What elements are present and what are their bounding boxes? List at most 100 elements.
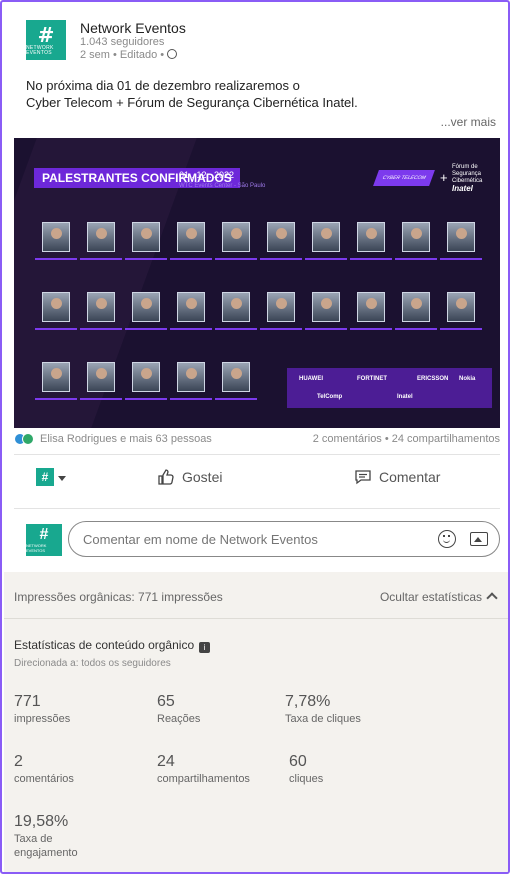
speaker-photo — [132, 362, 160, 392]
forum-line: Inatel — [452, 184, 473, 193]
divider — [14, 508, 500, 509]
speaker-caption — [395, 328, 437, 330]
speaker-photo — [402, 292, 430, 322]
sponsor-logo: ERICSSON — [417, 376, 449, 382]
stat-label: Reações — [157, 713, 201, 725]
post-text-line: No próxima dia 01 de dezembro realizarem… — [26, 78, 300, 93]
banner-date: 01 . 12 . 2022 — [179, 170, 235, 180]
reactions-text[interactable]: Elisa Rodrigues e mais 63 pessoas — [40, 433, 212, 445]
speaker-caption — [350, 258, 392, 260]
speaker-photo — [402, 222, 430, 252]
speaker-caption — [170, 398, 212, 400]
speaker-caption — [125, 328, 167, 330]
speaker-photo — [312, 292, 340, 322]
see-more-link[interactable]: ...ver mais — [441, 115, 496, 129]
speaker-caption — [80, 328, 122, 330]
post-text-line: Cyber Telecom + Fórum de Segurança Ciber… — [26, 95, 358, 110]
speaker-caption — [215, 398, 257, 400]
stat-label: Taxa de engajamento — [14, 833, 78, 859]
stats-section-title-text: Estatísticas de conteúdo orgânico — [14, 638, 195, 652]
speaker-caption — [35, 258, 77, 260]
speaker-photo — [177, 222, 205, 252]
act-as-selector-icon[interactable]: # — [36, 468, 54, 486]
sponsor-logo: HUAWEI — [299, 376, 323, 382]
speaker-caption — [215, 328, 257, 330]
speaker-caption — [170, 258, 212, 260]
sponsor-logo: Nokia — [459, 376, 476, 382]
divider — [4, 618, 508, 619]
stat-engagement-rate: 19,58% Taxa de engajamento — [14, 812, 104, 860]
social-counts: Elisa Rodrigues e mais 63 pessoas 2 come… — [14, 433, 500, 449]
stat-value: 19,58% — [14, 813, 69, 830]
forum-logo: Fórum de Segurança Cibernética Inatel — [452, 164, 482, 193]
speaker-photo — [267, 292, 295, 322]
stat-comments: 2 comentários — [14, 752, 74, 786]
speaker-photo — [357, 222, 385, 252]
commenter-avatar: # NETWORK EVENTOS — [26, 524, 62, 556]
speaker-caption — [440, 328, 482, 330]
speaker-photo — [42, 222, 70, 252]
info-icon[interactable]: i — [199, 642, 211, 653]
comment-label: Comentar — [379, 469, 441, 485]
post-meta-text: 2 sem • Editado • — [80, 49, 165, 61]
speaker-photo — [132, 222, 160, 252]
forum-line: Fórum de — [452, 164, 478, 170]
speaker-caption — [440, 258, 482, 260]
like-button[interactable]: Gostei — [157, 468, 222, 486]
speaker-caption — [35, 398, 77, 400]
hash-logo-icon: # — [39, 526, 49, 543]
divider — [14, 454, 500, 455]
thumbs-up-icon — [158, 469, 174, 485]
sponsor-strip: HUAWEI FORTINET ERICSSON Nokia TelComp I… — [287, 368, 492, 408]
company-logo[interactable]: # NETWORK EVENTOS — [26, 20, 66, 60]
comment-input[interactable] — [68, 521, 500, 557]
post-header: # NETWORK EVENTOS Network Eventos 1.043 … — [26, 20, 186, 62]
page-name[interactable]: Network Eventos — [80, 20, 186, 36]
speaker-photo — [177, 292, 205, 322]
comments-shares-count[interactable]: 2 comentários • 24 compartilhamentos — [313, 433, 500, 445]
stat-value: 2 — [14, 753, 23, 770]
comment-bubble-icon — [355, 470, 371, 485]
speaker-caption — [395, 258, 437, 260]
stat-label: cliques — [289, 773, 324, 785]
stat-clicks: 60 cliques — [289, 752, 323, 786]
logo-text: NETWORK EVENTOS — [26, 543, 47, 553]
chevron-down-icon[interactable] — [58, 476, 66, 481]
stat-label: compartilhamentos — [157, 773, 250, 785]
like-label: Gostei — [182, 469, 223, 485]
speaker-caption — [80, 258, 122, 260]
post-author-info: Network Eventos 1.043 seguidores 2 sem •… — [80, 20, 186, 62]
speaker-caption — [125, 398, 167, 400]
speaker-photo — [42, 292, 70, 322]
emoji-icon[interactable] — [438, 530, 456, 548]
speaker-photo — [447, 222, 475, 252]
speaker-caption — [215, 258, 257, 260]
post-image-banner[interactable]: PALESTRANTES CONFIRMADOS 01 . 12 . 2022 … — [14, 138, 500, 428]
logo-text: NETWORK EVENTOS — [26, 44, 54, 56]
targeted-audience: Direcionada a: todos os seguidores — [14, 658, 171, 669]
speaker-photo — [267, 222, 295, 252]
sponsor-logo: Inatel — [397, 394, 413, 400]
image-upload-icon[interactable] — [470, 532, 488, 546]
speaker-caption — [350, 328, 392, 330]
speaker-photo — [87, 362, 115, 392]
stats-section-title: Estatísticas de conteúdo orgânico i — [14, 638, 211, 653]
event-logo: CYBER TELECOM — [373, 170, 435, 186]
impressions-header: Impressões orgânicas: 771 impressões — [14, 590, 223, 604]
speaker-photo — [132, 292, 160, 322]
speaker-caption — [260, 258, 302, 260]
comment-button[interactable]: Comentar — [354, 468, 440, 486]
action-bar: # Gostei Comentar — [14, 460, 500, 500]
stat-shares: 24 compartilhamentos — [157, 752, 250, 786]
speaker-caption — [35, 328, 77, 330]
speaker-photo — [42, 362, 70, 392]
stat-value: 24 — [157, 753, 175, 770]
speaker-photo — [177, 362, 205, 392]
hash-logo-icon: # — [37, 22, 55, 47]
banner-venue: WTC Events Center - São Paulo — [179, 183, 266, 189]
speaker-photo — [222, 362, 250, 392]
followers-count: 1.043 seguidores — [80, 36, 165, 48]
sponsor-logo: FORTINET — [357, 376, 387, 382]
speaker-caption — [170, 328, 212, 330]
hide-stats-button[interactable]: Ocultar estatísticas — [380, 590, 482, 604]
